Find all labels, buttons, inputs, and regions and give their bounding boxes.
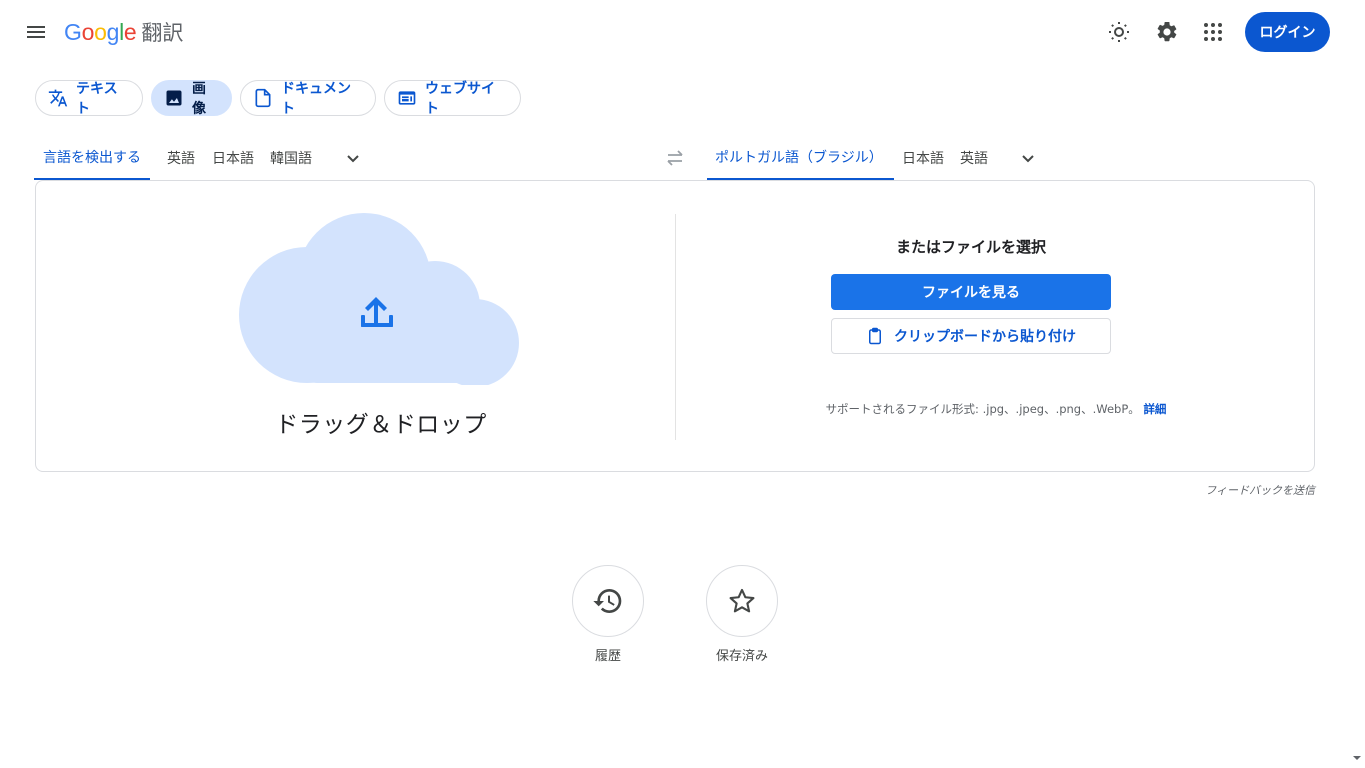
mode-document-label: ドキュメント xyxy=(281,81,351,117)
swap-icon xyxy=(667,150,683,166)
apps-grid-icon xyxy=(1204,23,1222,41)
browse-files-button[interactable]: ファイルを見る xyxy=(831,274,1111,310)
drop-zone[interactable]: ドラッグ＆ドロップ xyxy=(36,181,675,473)
target-lang-japanese[interactable]: 日本語 xyxy=(902,136,944,180)
mode-text-label: テキスト xyxy=(76,81,118,117)
star-icon xyxy=(729,588,755,613)
mode-document-tab[interactable]: ドキュメント xyxy=(240,80,376,117)
mode-text-tab[interactable]: テキスト xyxy=(35,80,143,117)
image-upload-panel: ドラッグ＆ドロップ またはファイルを選択 ファイルを見る クリップボードから貼り… xyxy=(35,180,1315,472)
website-icon xyxy=(397,88,417,108)
saved-action[interactable]: 保存済み xyxy=(682,565,802,664)
source-lang-english[interactable]: 英語 xyxy=(167,136,195,180)
chevron-down-icon xyxy=(347,155,359,163)
choose-file-label: またはファイルを選択 xyxy=(895,238,1046,256)
login-button[interactable]: ログイン xyxy=(1245,12,1330,52)
mode-image-tab[interactable]: 画像 xyxy=(151,80,232,117)
mode-image-label: 画像 xyxy=(192,81,206,117)
history-action[interactable]: 履歴 xyxy=(548,565,668,664)
history-button[interactable] xyxy=(572,565,644,637)
scroll-down-arrow-icon[interactable] xyxy=(1351,752,1363,764)
source-lang-detect[interactable]: 言語を検出する xyxy=(34,136,150,180)
app-header: Google 翻訳 ログイン xyxy=(0,0,1365,64)
gear-icon xyxy=(1157,21,1177,42)
settings-button[interactable] xyxy=(1147,12,1187,52)
history-label: 履歴 xyxy=(594,649,621,664)
main-menu-button[interactable] xyxy=(16,12,56,52)
product-name: 翻訳 xyxy=(141,21,184,45)
learn-more-link[interactable]: 詳細 xyxy=(1143,402,1166,416)
document-icon xyxy=(253,88,273,108)
paste-clipboard-label: クリップボードから貼り付け xyxy=(894,328,1076,344)
language-bar: 言語を検出する 英語 日本語 韓国語 ポルトガル語（ブラジル） 日本語 英語 xyxy=(34,136,1315,180)
cloud-upload-icon xyxy=(239,213,519,385)
saved-label: 保存済み xyxy=(715,649,768,664)
saved-button[interactable] xyxy=(706,565,778,637)
history-icon xyxy=(593,589,622,613)
swap-languages-button[interactable] xyxy=(655,138,695,178)
sun-icon xyxy=(1109,22,1129,42)
send-feedback-link[interactable]: フィードバックを送信 xyxy=(1000,482,1315,498)
supported-formats-text: サポートされるファイル形式: .jpg、.jpeg、.png、.WebP。 詳細 xyxy=(676,401,1316,417)
paste-clipboard-button[interactable]: クリップボードから貼り付け xyxy=(831,318,1111,354)
translate-icon xyxy=(48,88,68,108)
source-lang-dropdown[interactable] xyxy=(333,138,373,178)
clipboard-icon xyxy=(866,327,884,345)
google-translate-logo[interactable]: Google 翻訳 xyxy=(64,16,183,48)
target-lang-english[interactable]: 英語 xyxy=(960,136,988,180)
drag-drop-label: ドラッグ＆ドロップ xyxy=(275,412,487,438)
target-lang-portuguese-br[interactable]: ポルトガル語（ブラジル） xyxy=(707,136,894,180)
google-wordmark: Google xyxy=(64,18,137,45)
mode-website-tab[interactable]: ウェブサイト xyxy=(384,80,521,117)
supported-formats-label: サポートされるファイル形式: .jpg、.jpeg、.png、.WebP。 xyxy=(825,402,1140,416)
menu-icon xyxy=(27,26,45,38)
source-lang-japanese[interactable]: 日本語 xyxy=(212,136,254,180)
image-icon xyxy=(164,88,184,108)
chevron-down-icon xyxy=(1022,155,1034,163)
apps-button[interactable] xyxy=(1193,12,1233,52)
theme-toggle-button[interactable] xyxy=(1099,12,1139,52)
mode-website-label: ウェブサイト xyxy=(425,81,495,117)
source-lang-korean[interactable]: 韓国語 xyxy=(270,136,312,180)
target-lang-dropdown[interactable] xyxy=(1008,138,1048,178)
